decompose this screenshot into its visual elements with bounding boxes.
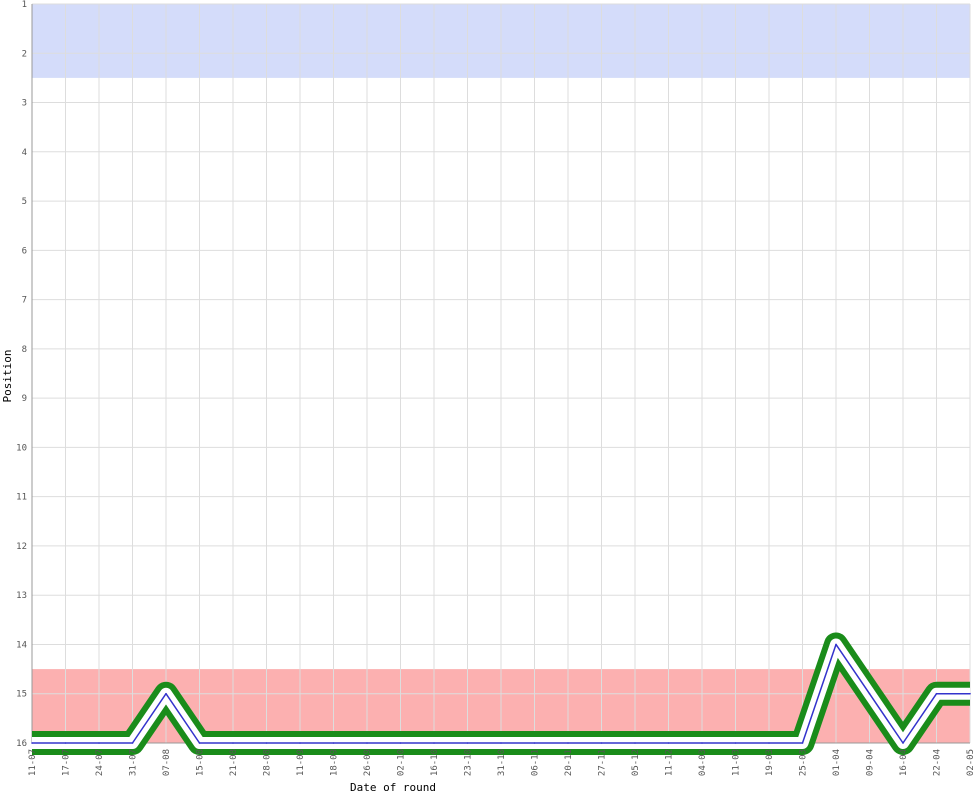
data-point <box>299 742 301 744</box>
y-tick-label: 6 <box>22 246 27 256</box>
y-tick-label: 10 <box>16 443 27 453</box>
y-tick-label: 16 <box>16 739 27 749</box>
data-point <box>500 742 502 744</box>
y-tick-label: 1 <box>22 0 27 10</box>
y-axis-title: Position <box>1 350 14 403</box>
x-tick-label: 20-11 <box>564 749 574 776</box>
data-point <box>768 742 770 744</box>
y-tick-label: 8 <box>22 345 27 355</box>
y-tick-label: 14 <box>16 640 27 650</box>
x-tick-label: 22-04 <box>933 749 943 776</box>
x-tick-labels: 11-07 17-07 24-07 31-07 07-08 15-08 21-08 28-08… <box>28 749 975 776</box>
x-tick-label: 18-09 <box>330 749 340 776</box>
x-tick-label: 31-07 <box>129 749 139 776</box>
x-tick-label: 02-05 <box>966 749 975 776</box>
x-tick-label: 15-08 <box>196 749 206 776</box>
data-point <box>969 692 971 695</box>
data-point <box>466 742 469 744</box>
x-tick-label: 06-11 <box>531 749 541 776</box>
x-tick-label: 17-07 <box>62 749 72 776</box>
data-point <box>31 742 33 744</box>
y-tick-label: 3 <box>22 99 27 109</box>
x-tick-label: 11-09 <box>296 749 306 776</box>
x-tick-label: 23-10 <box>464 749 474 776</box>
data-point <box>399 742 402 744</box>
x-tick-label: 07-08 <box>162 749 172 776</box>
data-point <box>600 742 603 744</box>
x-tick-label: 28-08 <box>263 749 273 776</box>
data-point <box>165 692 167 695</box>
data-point <box>131 742 134 744</box>
data-point <box>198 742 201 744</box>
position-chart: 12345678910111213141516 11-07 17-07 24-07 3… <box>1 0 975 794</box>
y-tick-label: 12 <box>16 542 27 552</box>
x-tick-label: 16-10 <box>430 749 440 776</box>
x-tick-label: 27-11 <box>598 749 608 776</box>
x-tick-label: 19-03 <box>765 749 775 776</box>
y-tick-label: 9 <box>22 394 27 404</box>
data-point <box>734 742 737 744</box>
x-tick-label: 01-04 <box>832 749 842 776</box>
x-axis-title: Date of round <box>350 781 436 794</box>
x-tick-label: 24-07 <box>95 749 105 776</box>
x-tick-label: 21-08 <box>229 749 239 776</box>
data-point <box>533 742 536 744</box>
data-point <box>868 692 871 695</box>
y-tick-label: 13 <box>16 591 27 601</box>
data-point <box>634 742 636 744</box>
data-point <box>567 742 569 744</box>
data-point <box>701 742 703 744</box>
data-point <box>232 742 234 744</box>
x-tick-label: 25-03 <box>799 749 809 776</box>
data-point <box>835 643 837 646</box>
data-point <box>433 742 435 744</box>
data-point <box>366 742 368 744</box>
y-tick-label: 4 <box>22 148 27 158</box>
data-point <box>902 742 904 744</box>
y-tick-label: 11 <box>16 493 27 503</box>
y-tick-labels: 12345678910111213141516 <box>16 0 27 749</box>
data-point <box>98 742 100 744</box>
data-point <box>64 742 67 744</box>
x-tick-label: 11-03 <box>732 749 742 776</box>
y-tick-label: 7 <box>22 296 27 306</box>
data-point <box>667 742 670 744</box>
grid-lines <box>31 3 971 744</box>
x-tick-label: 11-07 <box>28 749 38 776</box>
data-point <box>935 692 938 695</box>
y-tick-label: 15 <box>16 690 27 700</box>
x-tick-label: 31-10 <box>497 749 507 776</box>
data-point <box>332 742 335 744</box>
x-tick-label: 26-09 <box>363 749 373 776</box>
y-tick-label: 2 <box>22 49 27 59</box>
x-tick-label: 09-04 <box>866 749 876 776</box>
x-tick-label: 02-10 <box>397 749 407 776</box>
x-tick-label: 05-12 <box>631 749 641 776</box>
y-tick-label: 5 <box>22 197 27 207</box>
x-tick-label: 16-04 <box>899 749 909 776</box>
x-tick-label: 11-12 <box>665 749 675 776</box>
data-point <box>801 742 804 744</box>
data-point <box>265 742 268 744</box>
x-tick-label: 04-03 <box>698 749 708 776</box>
